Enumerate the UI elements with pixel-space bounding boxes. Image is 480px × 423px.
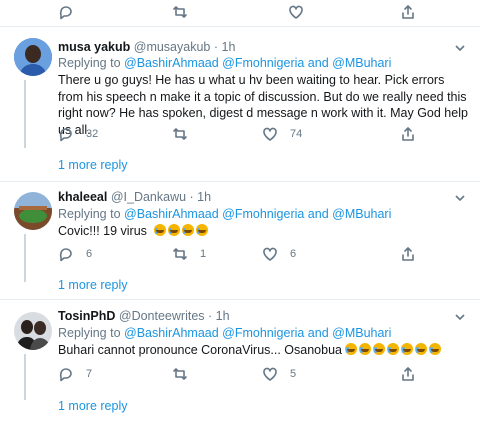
share-button[interactable] <box>400 366 416 382</box>
reply-button[interactable]: 32 <box>58 126 98 142</box>
action-bar: 32 74 <box>0 124 480 144</box>
show-more-replies-link[interactable]: 1 more reply <box>58 399 127 413</box>
action-bar: 6 1 6 <box>0 244 480 264</box>
like-count: 6 <box>290 248 297 260</box>
heart-icon <box>263 127 277 141</box>
heart-icon <box>263 367 277 381</box>
chevron-down-icon <box>455 195 465 202</box>
share-button[interactable] <box>400 4 416 20</box>
tweet-text-content: Covic!!! 19 virus <box>58 224 147 238</box>
crying-emoji-icon <box>373 343 386 355</box>
user-handle[interactable]: @musayakub <box>134 40 211 54</box>
replying-label: Replying to <box>58 56 125 70</box>
reply-icon <box>59 6 72 20</box>
tweet-header: TosinPhD @Donteewrites · 1h <box>58 309 230 323</box>
crying-emoji-icon <box>345 343 358 355</box>
reply-icon <box>59 368 72 382</box>
more-options-button[interactable] <box>454 42 466 54</box>
tweet-text: Covic!!! 19 virus <box>58 223 468 240</box>
avatar[interactable] <box>14 38 52 76</box>
crying-emoji-icon <box>359 343 372 355</box>
like-button[interactable] <box>288 4 304 20</box>
share-icon <box>402 5 414 19</box>
reply-icon <box>59 248 72 262</box>
retweet-icon <box>173 6 187 18</box>
crying-emoji-icon <box>387 343 400 355</box>
crying-laughing-emoji-icon <box>168 224 181 236</box>
tweet-header: khaleeal @I_Dankawu · 1h <box>58 190 211 204</box>
more-options-button[interactable] <box>454 311 466 323</box>
heart-icon <box>289 5 303 19</box>
tweet-text: Buhari cannot pronounce CoronaVirus... O… <box>58 342 468 359</box>
emoji-group <box>154 224 210 238</box>
crying-emoji-icon <box>415 343 428 355</box>
display-name[interactable]: khaleeal <box>58 190 107 204</box>
retweet-button[interactable] <box>172 4 188 20</box>
more-options-button[interactable] <box>454 192 466 204</box>
retweet-icon <box>173 248 187 260</box>
reply-button[interactable]: 7 <box>58 366 92 382</box>
like-button[interactable]: 6 <box>262 246 296 262</box>
retweet-button[interactable] <box>172 366 200 382</box>
mention-link[interactable]: @BashirAhmaad @Fmohnigeria and @MBuhari <box>124 326 391 340</box>
retweet-button[interactable] <box>172 126 200 142</box>
user-handle[interactable]: @Donteewrites <box>119 309 205 323</box>
like-count: 74 <box>290 128 303 140</box>
user-handle[interactable]: @I_Dankawu <box>111 190 186 204</box>
mention-link[interactable]: @BashirAhmaad @Fmohnigeria and @MBuhari <box>124 207 391 221</box>
crying-laughing-emoji-icon <box>182 224 195 236</box>
share-icon <box>402 127 414 141</box>
timestamp[interactable]: · 1h <box>208 309 230 323</box>
crying-emoji-icon <box>401 343 414 355</box>
chevron-down-icon <box>455 314 465 321</box>
crying-laughing-emoji-icon <box>196 224 209 236</box>
divider <box>0 181 480 182</box>
retweet-icon <box>173 128 187 140</box>
crying-laughing-emoji-icon <box>154 224 167 236</box>
action-bar: 7 5 <box>0 364 480 384</box>
reply-count: 7 <box>86 368 93 380</box>
like-button[interactable]: 74 <box>262 126 302 142</box>
share-icon <box>402 367 414 381</box>
replying-label: Replying to <box>58 207 125 221</box>
retweet-button[interactable]: 1 <box>172 246 206 262</box>
heart-icon <box>263 247 277 261</box>
like-button[interactable]: 5 <box>262 366 296 382</box>
show-more-replies-link[interactable]: 1 more reply <box>58 158 127 172</box>
divider <box>0 26 480 27</box>
timestamp[interactable]: · 1h <box>214 40 236 54</box>
replying-to: Replying to @BashirAhmaad @Fmohnigeria a… <box>58 326 391 340</box>
display-name[interactable]: TosinPhD <box>58 309 115 323</box>
avatar[interactable] <box>14 192 52 230</box>
avatar[interactable] <box>14 312 52 350</box>
mention-link[interactable]: @BashirAhmaad @Fmohnigeria and @MBuhari <box>124 56 391 70</box>
display-name[interactable]: musa yakub <box>58 40 130 54</box>
reply-count: 6 <box>86 248 93 260</box>
tweet-text-content: Buhari cannot pronounce CoronaVirus... O… <box>58 343 342 357</box>
share-button[interactable] <box>400 246 416 262</box>
replying-to: Replying to @BashirAhmaad @Fmohnigeria a… <box>58 207 391 221</box>
retweet-icon <box>173 368 187 380</box>
crying-emoji-icon <box>429 343 442 355</box>
show-more-replies-link[interactable]: 1 more reply <box>58 278 127 292</box>
replying-label: Replying to <box>58 326 125 340</box>
replying-to: Replying to @BashirAhmaad @Fmohnigeria a… <box>58 56 391 70</box>
reply-icon <box>59 128 72 142</box>
tweet-header: musa yakub @musayakub · 1h <box>58 40 235 54</box>
reply-count: 32 <box>86 128 99 140</box>
top-action-bar <box>0 2 480 22</box>
share-button[interactable] <box>400 126 416 142</box>
share-icon <box>402 247 414 261</box>
reply-button[interactable] <box>58 4 74 20</box>
reply-button[interactable]: 6 <box>58 246 92 262</box>
emoji-group <box>345 343 443 357</box>
chevron-down-icon <box>455 45 465 52</box>
retweet-count: 1 <box>200 248 207 260</box>
like-count: 5 <box>290 368 297 380</box>
divider <box>0 299 480 300</box>
timestamp[interactable]: · 1h <box>190 190 212 204</box>
